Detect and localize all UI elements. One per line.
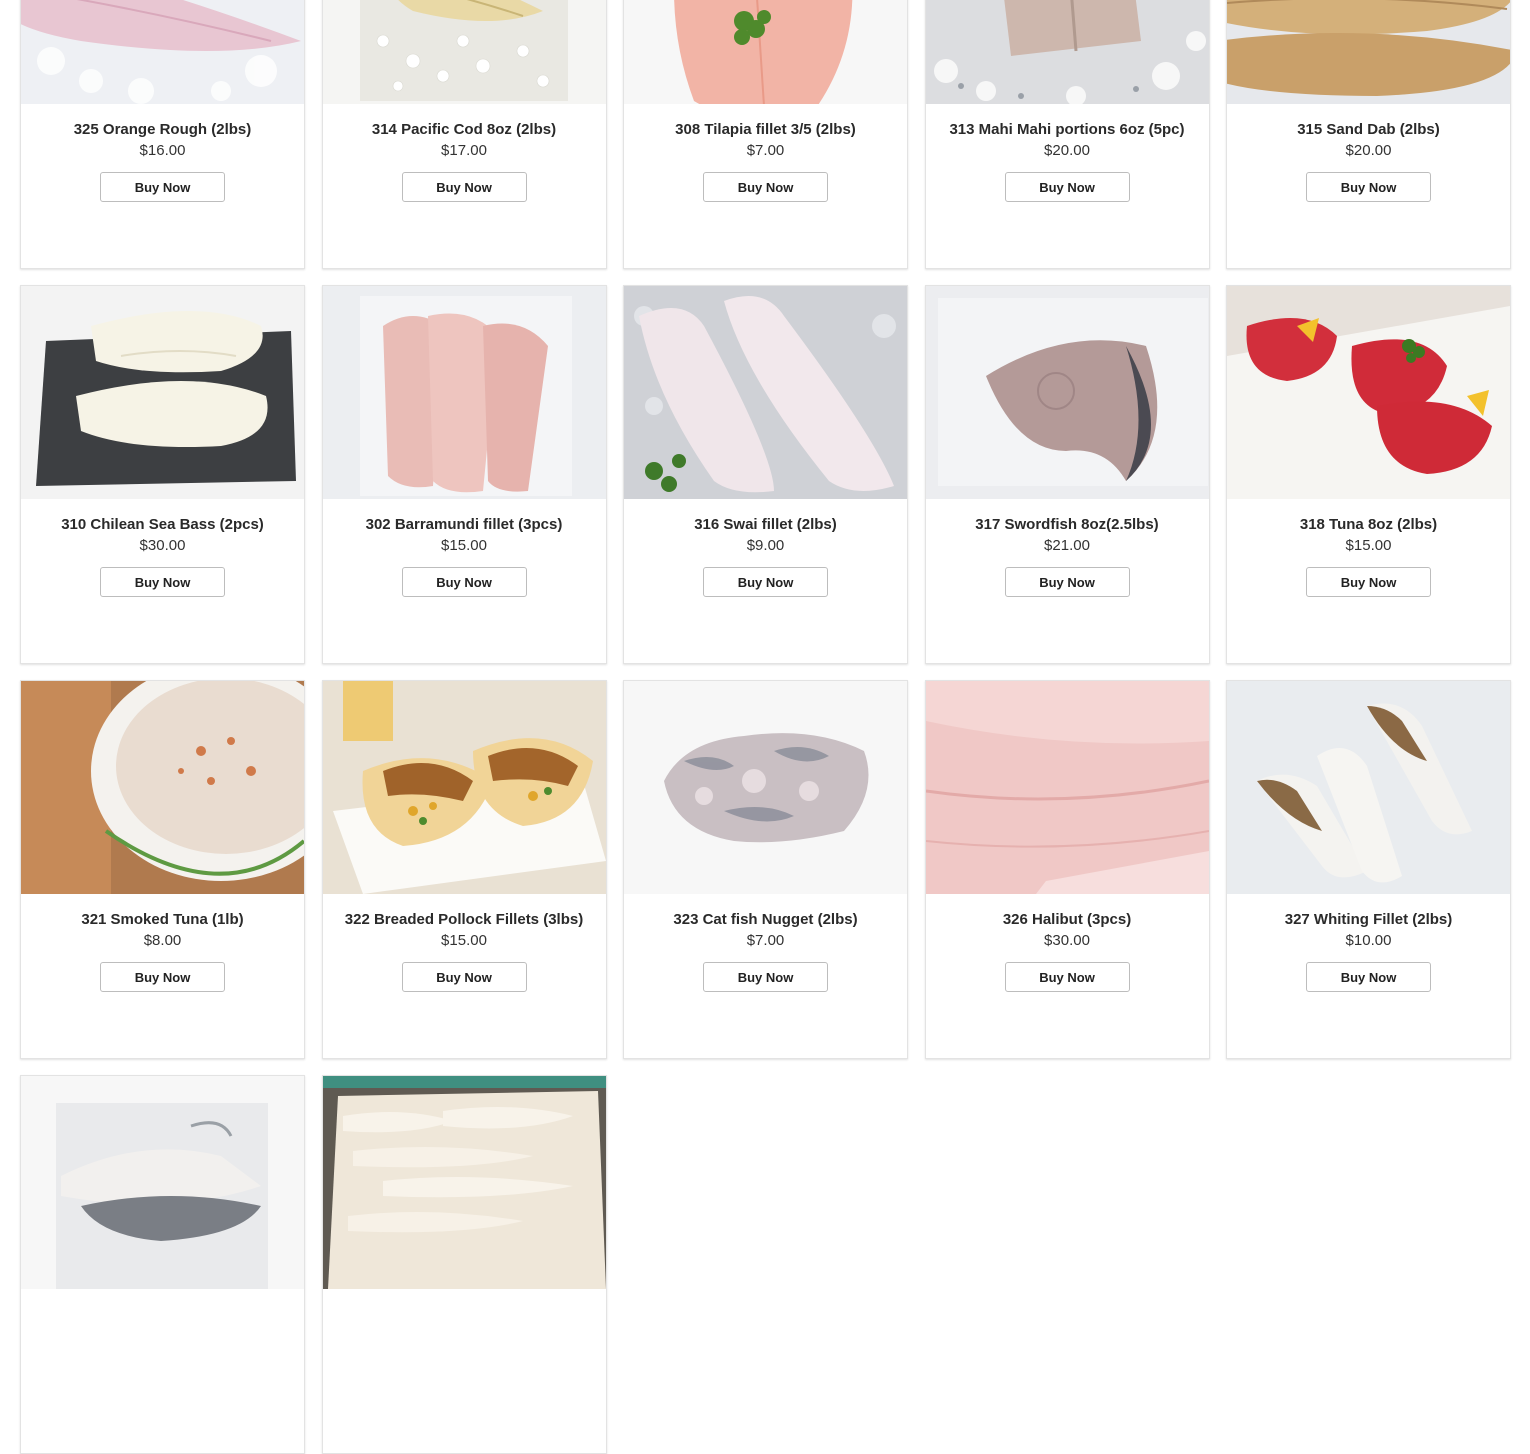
- pink-fillet-on-ice-image: [21, 0, 304, 104]
- buy-now-button[interactable]: Buy Now: [1306, 172, 1431, 202]
- product-price: $7.00: [746, 142, 785, 159]
- product-image[interactable]: [322, 1076, 606, 1289]
- product-card: 325 Orange Rough (2lbs) $16.00 Buy Now: [20, 0, 305, 269]
- product-name[interactable]: 322 Breaded Pollock Fillets (3lbs): [345, 911, 583, 929]
- buy-now-button[interactable]: Buy Now: [703, 567, 828, 597]
- buy-now-button[interactable]: Buy Now: [401, 567, 527, 597]
- product-image[interactable]: [322, 681, 606, 894]
- product-price: $21.00: [1044, 537, 1090, 554]
- swordfish-steak-on-ice-image: [925, 286, 1209, 499]
- product-card: 313 Mahi Mahi portions 6oz (5pc) $20.00 …: [924, 0, 1210, 269]
- product-image[interactable]: [322, 0, 606, 104]
- product-image[interactable]: [624, 0, 907, 104]
- buy-now-button[interactable]: Buy Now: [1004, 567, 1130, 597]
- product-card: 323 Cat fish Nugget (2lbs) $7.00 Buy Now: [623, 680, 908, 1059]
- product-price: $10.00: [1345, 932, 1392, 949]
- halibut-closeup-image: [925, 681, 1209, 894]
- product-name[interactable]: 327 Whiting Fillet (2lbs): [1285, 911, 1453, 929]
- buy-now-button[interactable]: Buy Now: [1306, 962, 1431, 992]
- product-image[interactable]: [21, 286, 304, 499]
- product-price: $8.00: [143, 932, 182, 949]
- product-name[interactable]: 321 Smoked Tuna (1lb): [81, 911, 243, 929]
- product-image[interactable]: [925, 681, 1209, 894]
- cod-fillet-on-salt-image: [322, 0, 606, 104]
- barramundi-fillets-image: [322, 286, 606, 499]
- swai-fillets-on-ice-image: [624, 286, 907, 499]
- product-name[interactable]: 313 Mahi Mahi portions 6oz (5pc): [949, 121, 1184, 139]
- product-image[interactable]: [1227, 0, 1510, 104]
- product-image[interactable]: [21, 681, 304, 894]
- product-card: 326 Halibut (3pcs) $30.00 Buy Now: [924, 680, 1210, 1059]
- product-image[interactable]: [1227, 681, 1510, 894]
- product-price: $30.00: [1044, 932, 1090, 949]
- tuna-steaks-with-lemon-image: [1227, 286, 1510, 499]
- product-image[interactable]: [925, 286, 1209, 499]
- buy-now-button[interactable]: Buy Now: [703, 172, 828, 202]
- product-price: $20.00: [1044, 142, 1090, 159]
- smoked-tuna-dip-bowl-image: [21, 681, 304, 894]
- product-name[interactable]: 326 Halibut (3pcs): [1003, 911, 1131, 929]
- buy-now-button[interactable]: Buy Now: [1306, 567, 1431, 597]
- buy-now-button[interactable]: Buy Now: [401, 962, 527, 992]
- product-card: [321, 1075, 607, 1454]
- product-price: $20.00: [1345, 142, 1392, 159]
- product-name[interactable]: 316 Swai fillet (2lbs): [694, 516, 837, 534]
- buy-now-button[interactable]: Buy Now: [100, 567, 225, 597]
- catfish-nuggets-image: [624, 681, 907, 894]
- fillets-in-box-image: [322, 1076, 606, 1289]
- product-card: [20, 1075, 305, 1454]
- product-name[interactable]: 314 Pacific Cod 8oz (2lbs): [372, 121, 556, 139]
- product-price: $15.00: [441, 932, 487, 949]
- product-name[interactable]: 308 Tilapia fillet 3/5 (2lbs): [675, 121, 856, 139]
- product-price: $7.00: [746, 932, 785, 949]
- product-image[interactable]: [624, 286, 907, 499]
- breaded-pollock-tacos-image: [322, 681, 606, 894]
- buy-now-button[interactable]: Buy Now: [1004, 172, 1130, 202]
- tilapia-fillet-with-parsley-image: [624, 0, 907, 104]
- product-image[interactable]: [21, 1076, 304, 1289]
- product-name[interactable]: 325 Orange Rough (2lbs): [74, 121, 252, 139]
- buy-now-button[interactable]: Buy Now: [703, 962, 828, 992]
- product-grid: 325 Orange Rough (2lbs) $16.00 Buy Now 3…: [20, 0, 1511, 1454]
- buy-now-button[interactable]: Buy Now: [100, 962, 225, 992]
- product-card: 318 Tuna 8oz (2lbs) $15.00 Buy Now: [1226, 285, 1511, 664]
- product-card: 327 Whiting Fillet (2lbs) $10.00 Buy Now: [1226, 680, 1511, 1059]
- product-card: 314 Pacific Cod 8oz (2lbs) $17.00 Buy No…: [321, 0, 607, 269]
- sea-bass-on-slate-image: [21, 286, 304, 499]
- product-name[interactable]: 315 Sand Dab (2lbs): [1297, 121, 1440, 139]
- product-card: 310 Chilean Sea Bass (2pcs) $30.00 Buy N…: [20, 285, 305, 664]
- product-price: $9.00: [746, 537, 785, 554]
- product-image[interactable]: [21, 0, 304, 104]
- product-card: 317 Swordfish 8oz(2.5lbs) $21.00 Buy Now: [924, 285, 1210, 664]
- product-price: $15.00: [1345, 537, 1392, 554]
- product-name[interactable]: 318 Tuna 8oz (2lbs): [1300, 516, 1437, 534]
- product-name[interactable]: 317 Swordfish 8oz(2.5lbs): [975, 516, 1158, 534]
- buy-now-button[interactable]: Buy Now: [100, 172, 225, 202]
- product-price: $17.00: [441, 142, 487, 159]
- product-image[interactable]: [925, 0, 1209, 104]
- product-price: $15.00: [441, 537, 487, 554]
- mahi-portions-on-ice-image: [925, 0, 1209, 104]
- fish-fillets-on-white-image: [21, 1076, 304, 1289]
- buy-now-button[interactable]: Buy Now: [1004, 962, 1130, 992]
- product-name[interactable]: 323 Cat fish Nugget (2lbs): [673, 911, 857, 929]
- product-card: 316 Swai fillet (2lbs) $9.00 Buy Now: [623, 285, 908, 664]
- sand-dab-fillets-image: [1227, 0, 1510, 104]
- product-card: 308 Tilapia fillet 3/5 (2lbs) $7.00 Buy …: [623, 0, 908, 269]
- product-image[interactable]: [624, 681, 907, 894]
- product-name[interactable]: 310 Chilean Sea Bass (2pcs): [61, 516, 264, 534]
- product-price: $30.00: [139, 537, 186, 554]
- product-image[interactable]: [322, 286, 606, 499]
- product-name[interactable]: 302 Barramundi fillet (3pcs): [366, 516, 563, 534]
- product-price: $16.00: [139, 142, 186, 159]
- product-card: 315 Sand Dab (2lbs) $20.00 Buy Now: [1226, 0, 1511, 269]
- buy-now-button[interactable]: Buy Now: [401, 172, 527, 202]
- product-card: 302 Barramundi fillet (3pcs) $15.00 Buy …: [321, 285, 607, 664]
- product-card: 322 Breaded Pollock Fillets (3lbs) $15.0…: [321, 680, 607, 1059]
- whiting-fillets-on-ice-image: [1227, 681, 1510, 894]
- product-image[interactable]: [1227, 286, 1510, 499]
- product-card: 321 Smoked Tuna (1lb) $8.00 Buy Now: [20, 680, 305, 1059]
